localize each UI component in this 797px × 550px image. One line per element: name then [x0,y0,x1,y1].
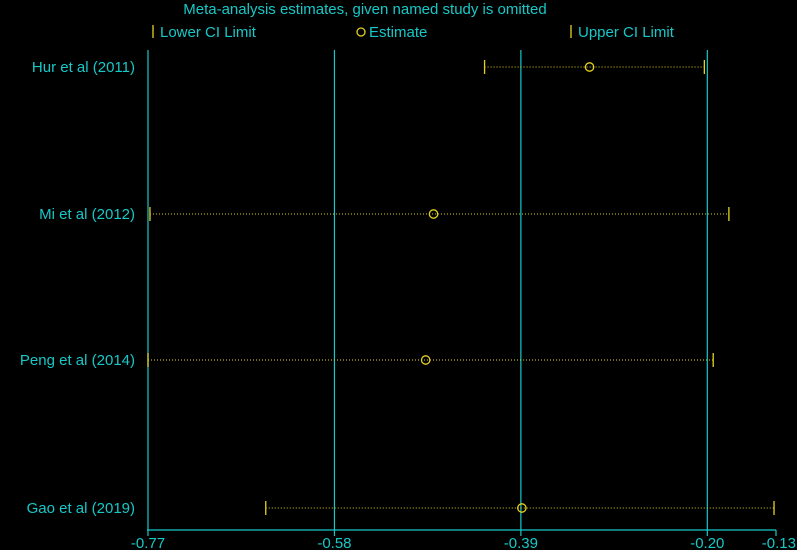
legend-estimate-label: Estimate [369,24,427,41]
study-label: Mi et al (2012) [39,206,135,223]
study-label: Hur et al (2011) [32,59,135,76]
legend-lower-ci-label: Lower CI Limit [160,24,257,41]
x-tick-label: -0.13 [762,535,796,550]
study-label: Peng et al (2014) [20,352,135,369]
x-tick-label: -0.20 [690,535,724,550]
x-tick-label: -0.77 [131,535,165,550]
plot-background [0,0,797,550]
x-tick-label: -0.58 [317,535,351,550]
study-label: Gao et al (2019) [27,500,135,517]
x-tick-label: -0.39 [504,535,538,550]
legend-upper-ci-label: Upper CI Limit [578,24,675,41]
influence-plot: Meta-analysis estimates, given named stu… [0,0,797,550]
legend: Lower CI Limit Estimate Upper CI Limit [152,24,675,41]
chart-title: Meta-analysis estimates, given named stu… [183,1,547,18]
